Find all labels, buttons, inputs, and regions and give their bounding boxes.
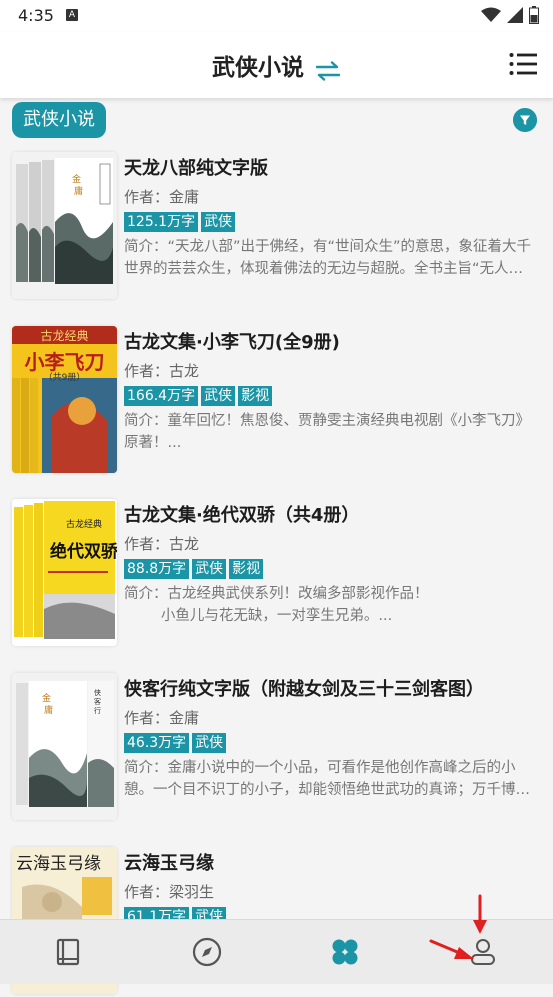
page-title: 武侠小说 — [211, 55, 304, 81]
book-title: 侠客行纯文字版（附越女剑及三十三剑客图） — [124, 679, 484, 700]
nav-store[interactable] — [276, 920, 414, 984]
book-icon — [56, 938, 80, 966]
book-title: 古龙文集·小李飞刀(全9册) — [124, 332, 340, 353]
bottom-navigation — [0, 919, 553, 984]
wifi-icon — [481, 7, 501, 22]
svg-text:绝代双骄: 绝代双骄 — [50, 541, 117, 562]
word-count-tag: 166.4万字 — [124, 386, 199, 406]
svg-text:侠: 侠 — [94, 688, 101, 697]
svg-text:客: 客 — [94, 697, 101, 706]
category-chip[interactable]: 武侠小说 — [12, 102, 106, 138]
book-intro: 简介：“天龙八部”出于佛经，有“世间众生”的意思，象征着大千世界的芸芸众生，体现… — [124, 239, 532, 277]
list-menu-icon[interactable] — [509, 52, 537, 76]
cover-series-text: 古龙经典 — [40, 329, 89, 343]
book-author: 作者：梁羽生 — [124, 883, 215, 901]
filter-icon[interactable] — [513, 108, 537, 132]
genre-tag: 武侠 — [201, 212, 236, 232]
word-count-tag: 88.8万字 — [124, 559, 190, 579]
svg-text:行: 行 — [94, 706, 101, 715]
status-icons — [481, 6, 539, 24]
book-cover: 古龙经典 小李飞刀 （共9册） — [12, 326, 117, 473]
status-time: 4:35 — [18, 6, 54, 25]
compass-icon — [192, 937, 222, 967]
book-tags: 166.4万字 武侠 影视 — [124, 386, 273, 406]
book-title: 古龙文集·绝代双骄（共4册） — [124, 505, 360, 526]
svg-text:庸: 庸 — [74, 185, 83, 196]
book-item[interactable]: 金 庸 天龙八部纯文字版 作者：金庸 125.1万字 武侠 简介：“天龙八部”出… — [0, 152, 553, 302]
book-title: 云海玉弓缘 — [124, 853, 214, 874]
swap-arrows-icon[interactable] — [315, 60, 341, 81]
book-author: 作者：金庸 — [124, 709, 200, 727]
book-author: 作者：古龙 — [124, 535, 200, 553]
book-author: 作者：古龙 — [124, 362, 200, 380]
word-count-tag: 125.1万字 — [124, 212, 199, 232]
book-cover: 金 庸 侠 客 行 — [12, 673, 117, 820]
status-bar: 4:35 A — [0, 0, 553, 32]
nav-bookshelf[interactable] — [0, 920, 138, 984]
person-icon — [471, 939, 495, 965]
notification-icon: A — [66, 9, 78, 21]
genre-tag: 武侠 — [192, 559, 227, 579]
app-bar: 武侠小说 — [0, 32, 553, 98]
book-cover: 金 庸 — [12, 152, 117, 299]
svg-text:庸: 庸 — [44, 704, 53, 715]
svg-text:古龙经典: 古龙经典 — [66, 518, 102, 529]
annotation-arrows — [429, 894, 487, 959]
svg-text:金: 金 — [72, 173, 81, 184]
genre-tag: 武侠 — [201, 386, 236, 406]
book-tags: 125.1万字 武侠 — [124, 212, 236, 232]
adaptation-tag: 影视 — [229, 559, 264, 579]
book-intro: 简介：童年回忆！焦恩俊、贾静雯主演经典电视剧《小李飞刀》原著！... — [124, 413, 530, 451]
book-tags: 88.8万字 武侠 影视 — [124, 559, 264, 579]
book-item[interactable]: 古龙经典 绝代双骄 古龙文集·绝代双骄（共4册） 作者：古龙 88.8万字 武侠… — [0, 499, 553, 649]
book-intro: 简介：金庸小说中的一个小品，可看作是他创作高峰之后的小憩。一个目不识丁的小子，却… — [124, 760, 530, 798]
book-cover: 古龙经典 绝代双骄 — [12, 499, 117, 646]
book-tags: 46.3万字 武侠 — [124, 733, 227, 753]
svg-text:云海玉弓缘: 云海玉弓缘 — [16, 854, 101, 874]
cover-sub-text: （共9册） — [43, 373, 86, 383]
word-count-tag: 46.3万字 — [124, 733, 190, 753]
genre-tag: 武侠 — [192, 733, 227, 753]
adaptation-tag: 影视 — [238, 386, 273, 406]
book-author: 作者：金庸 — [124, 188, 200, 206]
svg-text:金: 金 — [42, 692, 51, 703]
book-item[interactable]: 古龙经典 小李飞刀 （共9册） 古龙文集·小李飞刀(全9册) 作者：古龙 166… — [0, 326, 553, 476]
nav-profile[interactable] — [414, 920, 552, 984]
signal-icon — [507, 7, 523, 23]
clover-grid-icon — [332, 939, 358, 965]
battery-icon — [529, 6, 539, 24]
nav-discover[interactable] — [138, 920, 276, 984]
book-title: 天龙八部纯文字版 — [124, 158, 268, 179]
book-intro: 简介：古龙经典武侠系列！改编多部影视作品！ 小鱼儿与花无缺，一对孪生兄弟。... — [124, 586, 429, 624]
book-item[interactable]: 金 庸 侠 客 行 侠客行纯文字版（附越女剑及三十三剑客图） 作者：金庸 46.… — [0, 673, 553, 823]
